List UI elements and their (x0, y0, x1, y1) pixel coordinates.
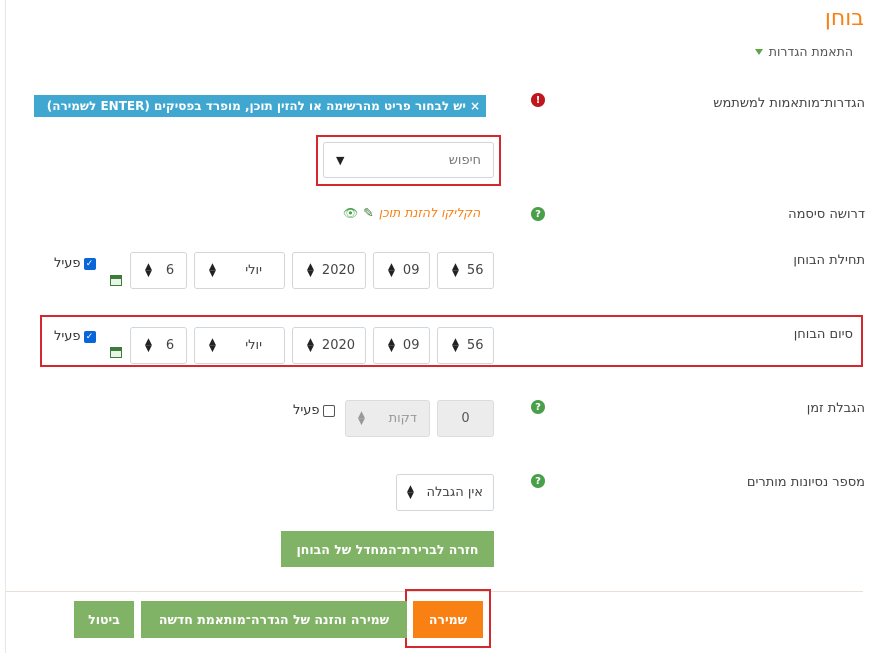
search-input[interactable]: חיפוש (449, 153, 481, 168)
save-and-new-button[interactable]: שמירה והזנה של הגדרה־מותאמת חדשה (141, 601, 407, 638)
time-limit-input[interactable]: 0 (437, 400, 494, 437)
time-limit-label: הגבלת זמן (806, 401, 865, 416)
close-month-select[interactable]: ▲ ▼ יולי (194, 327, 285, 364)
attempts-select[interactable]: ▲ ▼ אין הגבלה (396, 474, 494, 511)
open-hour-select[interactable]: ▲ ▼ 09 (373, 252, 430, 289)
open-year-select[interactable]: ▲ ▼ 2020 (292, 252, 366, 289)
spinner-icon: ▲ ▼ (452, 336, 459, 354)
spinner-icon: ▲ ▼ (307, 336, 314, 354)
time-unit-select[interactable]: ▲ ▼ דקות (345, 400, 430, 437)
edit-link[interactable]: הקליקו להזנת תוכן (379, 205, 481, 220)
checkbox-checked-icon[interactable]: ✓ (83, 330, 96, 343)
close-year-select[interactable]: ▲ ▼ 2020 (292, 327, 366, 364)
spinner-icon: ▲ ▼ (209, 336, 216, 354)
calendar-icon[interactable] (110, 347, 122, 358)
spinner-icon: ▲ ▼ (452, 261, 459, 279)
year-value: 2020 (321, 338, 356, 353)
day-value: 6 (165, 263, 175, 278)
close-minute-select[interactable]: ▲ ▼ 56 (437, 327, 494, 364)
open-enable-checkbox[interactable]: ✓ פעיל (54, 256, 96, 271)
enable-label: פעיל (293, 403, 320, 418)
time-limit-value: 0 (461, 411, 470, 426)
month-value: יולי (245, 263, 262, 278)
collapse-label: התאמת הגדרות (768, 44, 853, 59)
month-value: יולי (245, 338, 262, 353)
enable-label: פעיל (54, 329, 81, 344)
open-month-select[interactable]: ▲ ▼ יולי (194, 252, 285, 289)
close-day-select[interactable]: ▲ ▼ 6 (130, 327, 187, 364)
time-limit-enable-checkbox[interactable]: פעיל (293, 403, 335, 418)
spinner-icon: ▲ ▼ (145, 336, 152, 354)
help-icon[interactable]: ? (531, 400, 545, 414)
revert-to-default-button[interactable]: חזרה לברירת־המחדל של הבוחן (281, 531, 494, 567)
user-override-label: הגדרות־מותאמות למשתמש (713, 96, 865, 111)
spinner-icon: ▲ ▼ (307, 261, 314, 279)
spinner-icon: ▲ ▼ (209, 261, 216, 279)
eye-icon[interactable]: 👁 (343, 206, 358, 220)
day-value: 6 (165, 338, 175, 353)
cancel-button[interactable]: ביטול (74, 601, 134, 638)
selection-tag[interactable]: × יש לבחור פריט מהרשימה או להזין תוכן, מ… (34, 95, 486, 117)
checkbox-checked-icon[interactable]: ✓ (83, 257, 96, 270)
open-date-label: תחילת הבוחן (793, 253, 865, 268)
open-day-select[interactable]: ▲ ▼ 6 (130, 252, 187, 289)
minute-value: 56 (466, 263, 484, 278)
triangle-down-icon (754, 48, 763, 55)
close-hour-select[interactable]: ▲ ▼ 09 (373, 327, 430, 364)
search-dropdown[interactable]: חיפוש ▼ (323, 142, 494, 178)
spinner-icon: ▲ ▼ (407, 483, 414, 501)
hour-value: 09 (402, 338, 420, 353)
minute-value: 56 (466, 338, 484, 353)
pencil-icon[interactable]: ✎ (363, 205, 373, 220)
close-enable-checkbox[interactable]: ✓ פעיל (54, 329, 96, 344)
open-minute-select[interactable]: ▲ ▼ 56 (437, 252, 494, 289)
password-label: דרושה סיסמה (788, 207, 865, 222)
section-toggle[interactable]: התאמת הגדרות (754, 44, 853, 59)
calendar-icon[interactable] (110, 275, 122, 286)
year-value: 2020 (321, 263, 356, 278)
help-icon[interactable]: ? (531, 474, 545, 488)
attempts-label: מספר נסיונות מותרים (746, 475, 865, 490)
help-icon[interactable]: ? (531, 207, 545, 221)
page-title: בוחן (824, 6, 864, 31)
required-error-icon: ! (531, 93, 545, 107)
enable-label: פעיל (54, 256, 81, 271)
unit-value: דקות (388, 411, 417, 426)
spinner-icon: ▲ ▼ (358, 409, 365, 427)
password-edit[interactable]: הקליקו להזנת תוכן ✎ 👁 (343, 205, 480, 220)
checkbox-unchecked-icon[interactable] (322, 404, 335, 417)
spinner-icon: ▲ ▼ (145, 261, 152, 279)
attempts-value: אין הגבלה (426, 485, 483, 500)
spinner-icon: ▲ ▼ (388, 261, 395, 279)
spinner-icon: ▲ ▼ (388, 336, 395, 354)
left-border (5, 0, 6, 653)
tag-close-icon[interactable]: × (470, 99, 480, 113)
hour-value: 09 (402, 263, 420, 278)
tag-text: יש לבחור פריט מהרשימה או להזין תוכן, מופ… (46, 99, 466, 113)
close-date-label: סיום הבוחן (793, 327, 853, 342)
dropdown-arrow-icon[interactable]: ▼ (336, 154, 344, 167)
save-button[interactable]: שמירה (413, 601, 483, 638)
